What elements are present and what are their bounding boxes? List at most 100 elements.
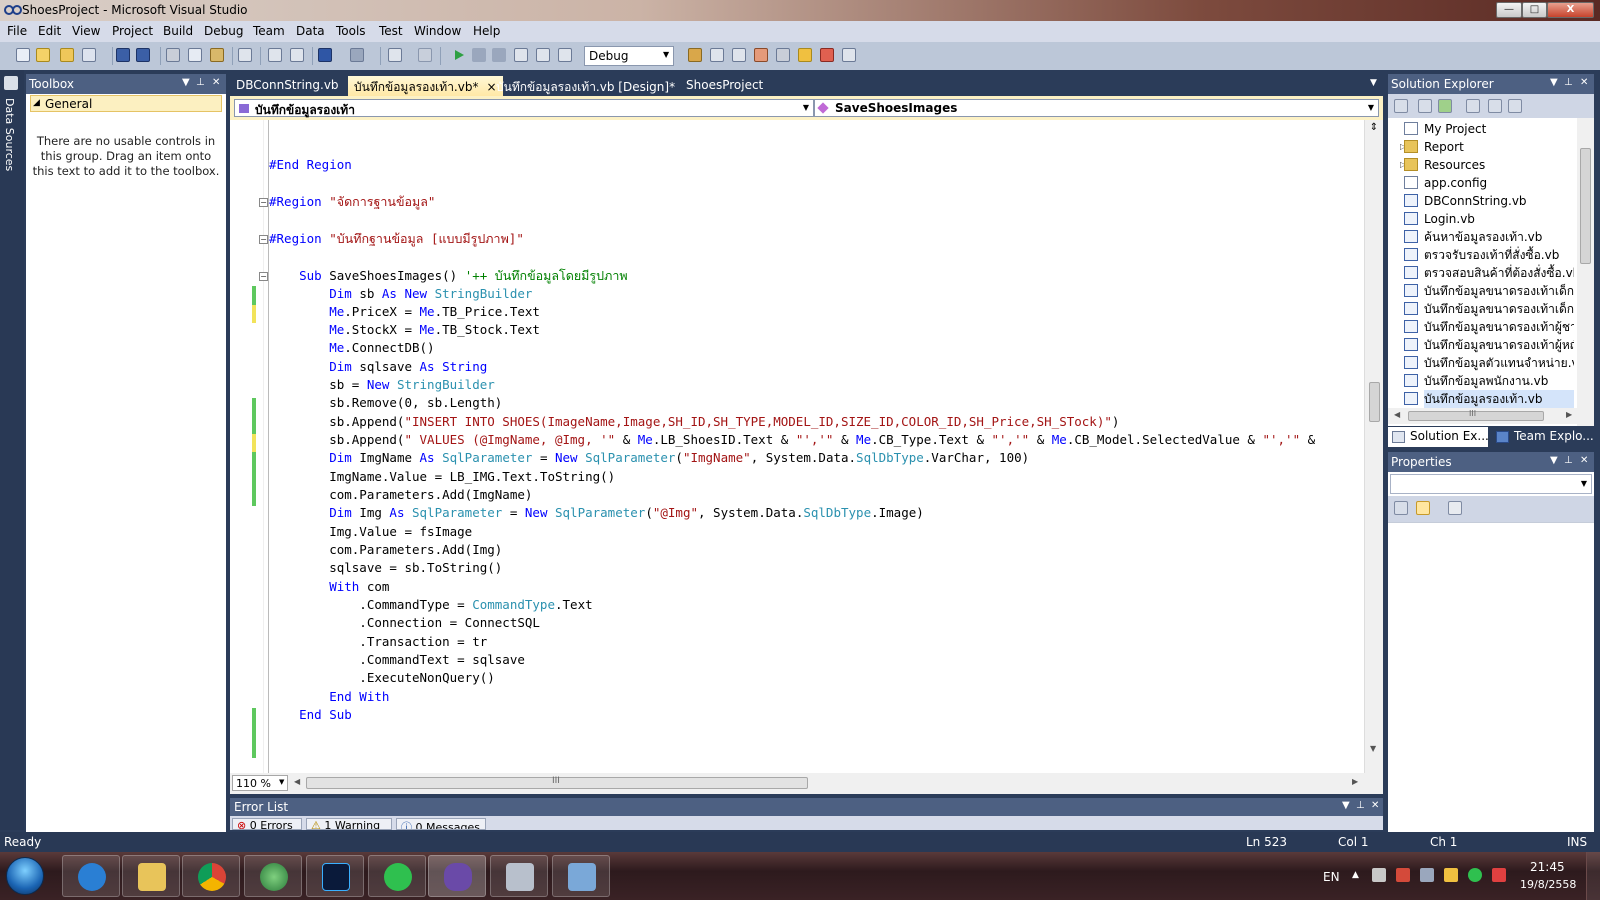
tab-save-shoes-design[interactable]: บันทึกข้อมูลรองเท้า.vb [Design]* bbox=[490, 76, 681, 96]
window-position-icon[interactable]: ▼ bbox=[182, 77, 190, 88]
command-window-icon[interactable] bbox=[842, 48, 856, 62]
pin-icon[interactable]: ⊥ bbox=[1564, 455, 1573, 466]
scroll-left-arrow-icon[interactable]: ◀ bbox=[1394, 410, 1400, 419]
tree-item-search-shoes[interactable]: ค้นหาข้อมูลรองเท้า.vb bbox=[1424, 228, 1574, 246]
taskbar-chrome[interactable] bbox=[182, 855, 240, 897]
tree-item-login[interactable]: Login.vb bbox=[1424, 210, 1574, 228]
taskbar-visual-studio[interactable] bbox=[428, 855, 486, 897]
show-all-files-icon[interactable] bbox=[1418, 99, 1432, 113]
pin-icon[interactable]: ⊥ bbox=[1564, 77, 1573, 88]
navigate-backward-icon[interactable] bbox=[388, 48, 402, 62]
volume-icon[interactable] bbox=[1372, 868, 1386, 882]
tree-item-app-config[interactable]: app.config bbox=[1424, 174, 1574, 192]
menu-debug[interactable]: Debug bbox=[204, 24, 243, 38]
extension-manager-icon[interactable] bbox=[820, 48, 834, 62]
taskbar-photoshop[interactable] bbox=[306, 855, 364, 897]
stop-debugging-icon[interactable] bbox=[492, 48, 506, 62]
code-text-area[interactable]: − − − #End Region #Region "จัดการฐานข้อม… bbox=[230, 120, 1383, 773]
solution-horizontal-scrollbar[interactable]: ◀ III ▶ bbox=[1388, 408, 1594, 424]
line-tray-icon[interactable] bbox=[1468, 868, 1482, 882]
pin-icon[interactable]: ⊥ bbox=[196, 77, 205, 88]
tab-shoesproject[interactable]: ShoesProject bbox=[680, 76, 769, 96]
redo-icon[interactable] bbox=[350, 48, 364, 62]
step-over-icon[interactable] bbox=[536, 48, 550, 62]
tab-solution-explorer[interactable]: Solution Ex... bbox=[1388, 427, 1489, 447]
close-icon[interactable]: ✕ bbox=[1580, 455, 1588, 466]
open-file-icon[interactable] bbox=[60, 48, 74, 62]
properties-window-icon[interactable] bbox=[732, 48, 746, 62]
break-all-icon[interactable] bbox=[472, 48, 486, 62]
taskbar-internet-explorer[interactable] bbox=[62, 855, 120, 897]
refresh-icon[interactable] bbox=[1438, 99, 1452, 113]
start-button-windows-icon[interactable] bbox=[6, 857, 44, 895]
editor-vertical-scrollbar[interactable]: ⇕ ▼ bbox=[1364, 120, 1383, 773]
close-icon[interactable]: ✕ bbox=[1371, 800, 1379, 811]
tree-item-my-project[interactable]: My Project bbox=[1424, 120, 1574, 138]
errors-filter-button[interactable]: ⊗ 0 Errors bbox=[232, 818, 302, 830]
scroll-thumb[interactable] bbox=[1580, 148, 1591, 264]
menu-window[interactable]: Window bbox=[414, 24, 461, 38]
horizontal-scroll-thumb[interactable]: III bbox=[306, 776, 808, 789]
collapse-region-icon[interactable]: − bbox=[259, 235, 268, 244]
tree-item-dealer[interactable]: บันทึกข้อมูลตัวแทนจำหน่าย.v bbox=[1424, 354, 1574, 372]
undo-icon[interactable] bbox=[318, 48, 332, 62]
error-list-header[interactable]: Error List ▼ ⊥ ✕ bbox=[230, 798, 1383, 816]
categorized-icon[interactable] bbox=[1394, 501, 1408, 515]
tree-item-dbconnstring[interactable]: DBConnString.vb bbox=[1424, 192, 1574, 210]
find-in-files-icon[interactable] bbox=[688, 48, 702, 62]
menu-edit[interactable]: Edit bbox=[38, 24, 61, 38]
close-icon[interactable]: ✕ bbox=[212, 77, 220, 88]
class-dropdown[interactable]: บันทึกข้อมูลรองเท้า ▼ bbox=[234, 99, 814, 117]
properties-icon[interactable] bbox=[1394, 99, 1408, 113]
paste-icon[interactable] bbox=[210, 48, 224, 62]
new-project-icon[interactable] bbox=[16, 48, 30, 62]
close-window-button[interactable]: X bbox=[1547, 2, 1594, 18]
show-hidden-icons-icon[interactable]: ▲ bbox=[1352, 870, 1359, 880]
view-designer-icon[interactable] bbox=[1488, 99, 1502, 113]
window-position-icon[interactable]: ▼ bbox=[1550, 77, 1558, 88]
menu-project[interactable]: Project bbox=[112, 24, 153, 38]
add-item-icon[interactable] bbox=[36, 48, 50, 62]
taskbar-globe-app[interactable] bbox=[244, 855, 302, 897]
messages-filter-button[interactable]: ⓘ 0 Messages bbox=[396, 818, 486, 830]
power-icon[interactable] bbox=[1444, 868, 1458, 882]
zoom-dropdown[interactable]: 110 % ▼ bbox=[232, 775, 288, 791]
uncomment-icon[interactable] bbox=[290, 48, 304, 62]
code-lines[interactable]: #End Region #Region "จัดการฐานข้อมูล" #R… bbox=[268, 120, 1362, 773]
toolbox-group-general[interactable]: ◢ General bbox=[30, 95, 222, 112]
action-center-flag-icon[interactable] bbox=[1492, 868, 1506, 882]
show-desktop-button[interactable] bbox=[1586, 852, 1600, 900]
view-class-diagram-icon[interactable] bbox=[1508, 99, 1522, 113]
minimize-button[interactable]: — bbox=[1496, 2, 1522, 18]
scroll-thumb[interactable]: III bbox=[1408, 409, 1544, 421]
save-all-icon[interactable] bbox=[136, 48, 150, 62]
solution-vertical-scrollbar[interactable] bbox=[1577, 118, 1594, 440]
pin-icon[interactable]: ⊥ bbox=[1356, 800, 1365, 811]
data-sources-tab[interactable]: Data Sources bbox=[3, 98, 16, 171]
view-code-icon[interactable] bbox=[1466, 99, 1480, 113]
alphabetical-icon[interactable] bbox=[1416, 501, 1430, 515]
tree-item-kids-size-1[interactable]: บันทึกข้อมูลขนาดรองเท้าเด็ก bbox=[1424, 282, 1574, 300]
cut-icon[interactable] bbox=[166, 48, 180, 62]
clock-date[interactable]: 19/8/2558 bbox=[1520, 878, 1576, 891]
scroll-thumb[interactable] bbox=[1369, 382, 1380, 422]
close-icon[interactable]: ✕ bbox=[1580, 77, 1588, 88]
scroll-left-arrow-icon[interactable]: ◀ bbox=[294, 777, 300, 786]
solution-configuration-dropdown[interactable]: Debug ▼ bbox=[584, 46, 674, 66]
object-browser-icon[interactable] bbox=[754, 48, 768, 62]
save-icon[interactable] bbox=[116, 48, 130, 62]
menu-view[interactable]: View bbox=[72, 24, 100, 38]
tree-item-kids-size-2[interactable]: บันทึกข้อมูลขนาดรองเท้าเด็ก bbox=[1424, 300, 1574, 318]
menu-build[interactable]: Build bbox=[163, 24, 193, 38]
object-selector-dropdown[interactable]: ▼ bbox=[1390, 474, 1592, 494]
start-debugging-icon[interactable] bbox=[452, 48, 466, 62]
collapse-region-icon[interactable]: − bbox=[259, 198, 268, 207]
menu-data[interactable]: Data bbox=[296, 24, 325, 38]
title-bar[interactable]: ShoesProject - Microsoft Visual Studio —… bbox=[0, 0, 1600, 21]
comment-icon[interactable] bbox=[268, 48, 282, 62]
toolbox-header[interactable]: Toolbox ▼ ⊥ ✕ bbox=[26, 74, 226, 94]
tab-dbconnstring[interactable]: DBConnString.vb bbox=[230, 76, 345, 96]
input-language[interactable]: EN bbox=[1323, 870, 1340, 884]
collapse-sub-icon[interactable]: − bbox=[259, 272, 268, 281]
properties-grid[interactable] bbox=[1388, 522, 1594, 832]
